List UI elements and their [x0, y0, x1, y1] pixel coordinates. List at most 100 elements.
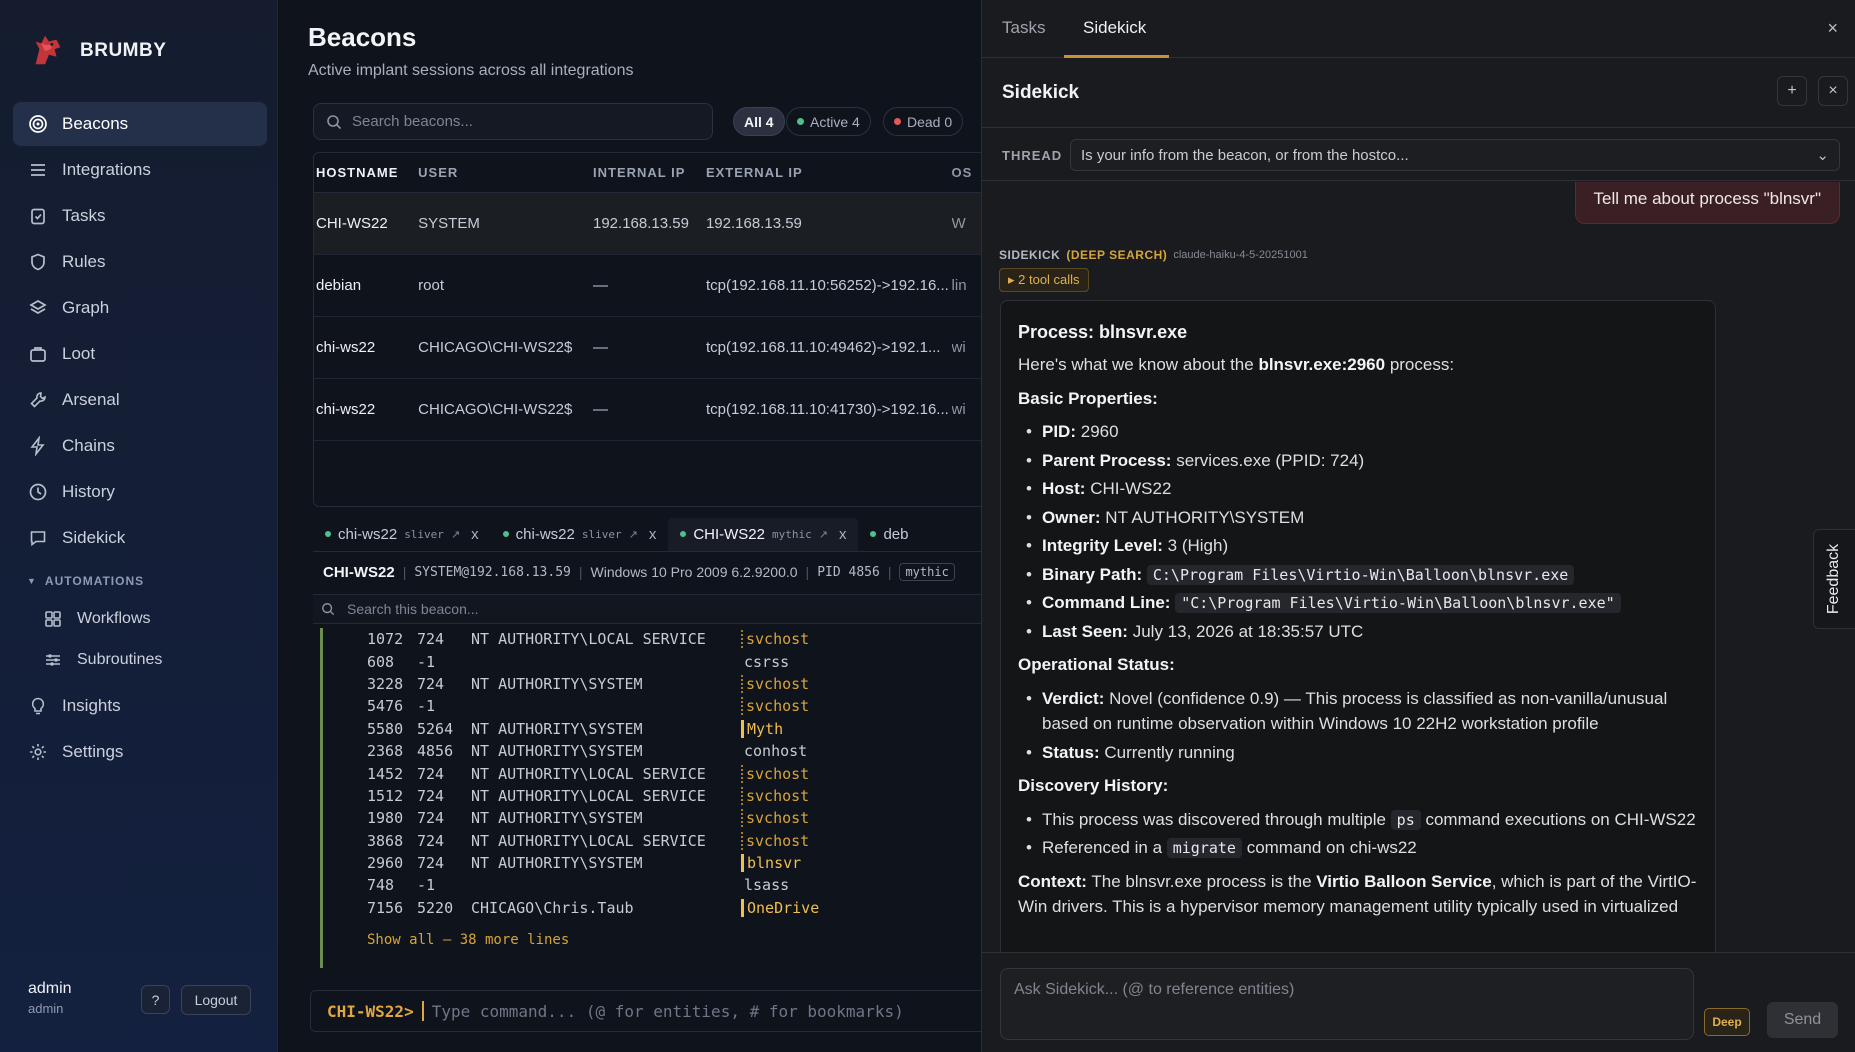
bolt-icon: [28, 435, 48, 457]
process-line: 608 -1 csrss: [367, 652, 790, 671]
list-item: Host: CHI-WS22: [1018, 476, 1698, 502]
process-name: lsass: [744, 876, 790, 895]
process-line: 1452 724 NT AUTHORITY\LOCAL SERVICE svchost: [367, 764, 810, 783]
assistant-answer: Process: blnsvr.exe Here's what we know …: [1000, 300, 1716, 952]
nav-item-sidekick[interactable]: Sidekick: [13, 516, 267, 560]
close-panel-button[interactable]: ×: [1827, 18, 1838, 39]
feedback-button[interactable]: Feedback: [1813, 529, 1855, 629]
close-tab-button[interactable]: x: [839, 526, 847, 543]
process-line: 3868 724 NT AUTHORITY\LOCAL SERVICE svchost: [367, 831, 810, 850]
nav-label: Settings: [62, 742, 124, 761]
table-row[interactable]: chi-ws22 CHICAGO\CHI-WS22$ — tcp(192.168…: [314, 317, 981, 379]
beacon-os: Windows 10 Pro 2009 6.2.9200.0: [590, 564, 798, 580]
filter-active[interactable]: Active 4: [786, 107, 871, 136]
beacon-tab[interactable]: chi-ws22 sliver ↗ x: [313, 518, 491, 551]
cell-user: CHICAGO\CHI-WS22$: [418, 401, 573, 418]
nav-label: Graph: [62, 298, 110, 317]
nav-item-graph[interactable]: Graph: [13, 286, 267, 330]
nav-item-loot[interactable]: Loot: [13, 332, 267, 376]
ask-sidekick-input[interactable]: Ask Sidekick... (@ to reference entities…: [1000, 968, 1694, 1040]
close-tab-button[interactable]: x: [649, 526, 657, 543]
process-name[interactable]: svchost: [741, 697, 809, 716]
process-name[interactable]: Myth: [741, 719, 783, 738]
nav-label: Insights: [62, 696, 121, 715]
nav-item-tasks[interactable]: Tasks: [13, 194, 267, 238]
nav-item-beacons[interactable]: Beacons: [13, 102, 267, 146]
process-line: 1072 724 NT AUTHORITY\LOCAL SERVICE svchost: [367, 630, 810, 649]
col-os[interactable]: OS: [952, 165, 981, 180]
external-link-icon[interactable]: ↗: [819, 528, 828, 541]
cell-os: wi: [951, 401, 966, 418]
beacon-user: SYSTEM@192.168.13.59: [414, 564, 571, 580]
tab-tasks[interactable]: Tasks: [1002, 18, 1045, 38]
filter-all[interactable]: All 4: [733, 107, 785, 136]
list-item: Parent Process: services.exe (PPID: 724): [1018, 448, 1698, 474]
assistant-model: claude-haiku-4-5-20251001: [1173, 249, 1308, 261]
terminal-output: 1072 724 NT AUTHORITY\LOCAL SERVICE svchost…: [320, 628, 981, 968]
cell-hostname: debian: [316, 277, 362, 294]
show-more-link[interactable]: Show all — 38 more lines: [367, 932, 569, 948]
col-external-ip[interactable]: EXTERNAL IP: [706, 165, 952, 180]
logout-button[interactable]: Logout: [181, 985, 251, 1015]
external-link-icon[interactable]: ↗: [451, 528, 460, 541]
nav-item-subroutines[interactable]: Subroutines: [13, 639, 267, 680]
nav-item-integrations[interactable]: Integrations: [13, 148, 267, 192]
send-button[interactable]: Send: [1767, 1002, 1838, 1038]
cell-external-ip: tcp(192.168.11.10:56252)->192.16...: [705, 277, 949, 294]
automations-section-toggle[interactable]: ▼ AUTOMATIONS: [13, 564, 267, 598]
new-thread-button[interactable]: +: [1777, 76, 1807, 106]
col-user[interactable]: USER: [418, 165, 593, 180]
beacon-tab[interactable]: chi-ws22 sliver ↗ x: [491, 518, 669, 551]
table-row[interactable]: chi-ws22 CHICAGO\CHI-WS22$ — tcp(192.168…: [314, 379, 981, 441]
table-row[interactable]: CHI-WS22 SYSTEM 192.168.13.59 192.168.13…: [314, 193, 981, 255]
sidekick-panel: Tasks Sidekick × Sidekick + × THREAD Is …: [981, 0, 1855, 1052]
beacon-tab-active[interactable]: CHI-WS22 mythic ↗ x: [668, 518, 859, 551]
wrench-icon: [28, 390, 48, 410]
cell-os: W: [951, 215, 966, 232]
sliders-icon: [43, 650, 63, 670]
process-name[interactable]: svchost: [741, 674, 809, 693]
cell-external-ip: tcp(192.168.11.10:49462)->192.1...: [705, 339, 941, 356]
basic-properties-list: PID: 2960 Parent Process: services.exe (…: [1018, 419, 1698, 644]
nav-label: Rules: [62, 252, 106, 271]
deep-search-toggle[interactable]: Deep: [1704, 1008, 1750, 1036]
tab-sidekick[interactable]: Sidekick: [1083, 18, 1146, 38]
beacon-tab[interactable]: deb: [858, 518, 920, 551]
beacon-search-input[interactable]: Search beacons...: [313, 103, 713, 140]
close-tab-button[interactable]: x: [471, 526, 479, 543]
table-header: HOSTNAME USER INTERNAL IP EXTERNAL IP OS: [314, 153, 981, 193]
nav-item-insights[interactable]: Insights: [13, 684, 267, 728]
process-name[interactable]: blnsvr: [741, 854, 801, 873]
list-item: Referenced in a migrate command on chi-w…: [1018, 835, 1698, 861]
tool-calls-toggle[interactable]: ▸ 2 tool calls: [999, 268, 1089, 292]
table-row[interactable]: debian root — tcp(192.168.11.10:56252)->…: [314, 255, 981, 317]
nav-item-rules[interactable]: Rules: [13, 240, 267, 284]
col-internal-ip[interactable]: INTERNAL IP: [593, 165, 706, 180]
process-name[interactable]: svchost: [741, 809, 809, 828]
beacon-tab-name: CHI-WS22: [693, 525, 765, 543]
nav-item-chains[interactable]: Chains: [13, 424, 267, 468]
search-icon: [322, 603, 335, 616]
command-input[interactable]: CHI-WS22> Type command... (@ for entitie…: [310, 990, 981, 1032]
filter-dead[interactable]: Dead 0: [883, 107, 964, 136]
list-item: PID: 2960: [1018, 419, 1698, 445]
nav-item-settings[interactable]: Settings: [13, 730, 267, 774]
help-button[interactable]: ?: [141, 985, 170, 1014]
process-name[interactable]: OneDrive: [741, 898, 819, 917]
col-hostname[interactable]: HOSTNAME: [314, 165, 418, 180]
thread-select[interactable]: Is your info from the beacon, or from th…: [1070, 139, 1840, 171]
nav-item-workflows[interactable]: Workflows: [13, 598, 267, 639]
active-dot-icon: [797, 118, 804, 125]
user-info: admin admin: [28, 980, 72, 1016]
external-link-icon[interactable]: ↗: [629, 528, 638, 541]
brand[interactable]: BRUMBY: [28, 32, 166, 70]
nav-item-history[interactable]: History: [13, 470, 267, 514]
process-name[interactable]: svchost: [741, 630, 809, 649]
terminal-search-input[interactable]: Search this beacon...: [313, 594, 981, 624]
layers-icon: [28, 298, 48, 318]
process-name[interactable]: svchost: [741, 786, 809, 805]
close-thread-button[interactable]: ×: [1818, 76, 1848, 106]
nav-item-arsenal[interactable]: Arsenal: [13, 378, 267, 422]
process-name[interactable]: svchost: [741, 764, 809, 783]
process-name[interactable]: svchost: [741, 831, 809, 850]
